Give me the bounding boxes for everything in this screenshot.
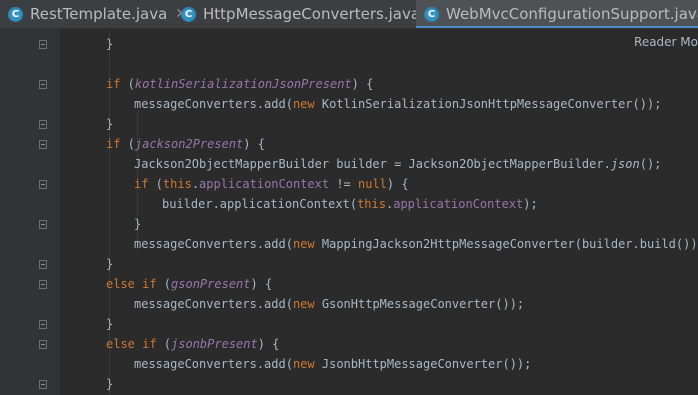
code-line: messageConverters.add(new JsonbHttpMessa… xyxy=(134,357,532,371)
code-line: } xyxy=(134,217,142,231)
tab-label: WebMvcConfigurationSupport.java xyxy=(446,5,698,23)
code-line: } xyxy=(106,37,114,51)
code-line: messageConverters.add(new GsonHttpMessag… xyxy=(134,297,525,311)
fold-marker-icon[interactable] xyxy=(39,280,47,289)
code-line: } xyxy=(106,377,114,391)
code-line: builder.applicationContext(this.applicat… xyxy=(162,197,538,211)
code-line: else if (gsonPresent) { xyxy=(106,277,273,291)
tab-resttemplate[interactable]: C RestTemplate.java ✕ xyxy=(8,0,187,28)
editor-gutter xyxy=(0,29,60,395)
fold-marker-icon[interactable] xyxy=(39,340,47,349)
java-class-icon: C xyxy=(424,6,439,22)
tab-webmvcconfigurationsupport[interactable]: C WebMvcConfigurationSupport.java xyxy=(416,0,698,28)
code-line: Jackson2ObjectMapperBuilder builder = Ja… xyxy=(134,157,662,171)
code-line: } xyxy=(106,257,114,271)
fold-marker-icon[interactable] xyxy=(39,120,47,129)
code-line: messageConverters.add(new MappingJackson… xyxy=(134,237,698,251)
tab-httpmessageconverters[interactable]: C HttpMessageConverters.java ✕ xyxy=(181,0,440,28)
code-line: } xyxy=(106,117,114,131)
fold-marker-icon[interactable] xyxy=(39,320,47,329)
code-line: if (this.applicationContext != null) { xyxy=(134,177,409,191)
code-editor[interactable]: } if (kotlinSerializationJsonPresent) { … xyxy=(78,29,698,395)
reader-mode-button[interactable]: Reader Mo xyxy=(630,35,698,49)
code-line: messageConverters.add(new KotlinSerializ… xyxy=(134,97,662,111)
fold-marker-icon[interactable] xyxy=(39,260,47,269)
fold-marker-icon[interactable] xyxy=(39,80,47,89)
fold-marker-icon[interactable] xyxy=(39,140,47,149)
editor-tab-bar: C RestTemplate.java ✕ C HttpMessageConve… xyxy=(0,0,698,29)
code-line: if (jackson2Present) { xyxy=(106,137,265,151)
code-line: if (kotlinSerializationJsonPresent) { xyxy=(106,77,374,91)
java-class-icon: C xyxy=(8,6,23,22)
tab-label: RestTemplate.java xyxy=(30,5,168,23)
fold-marker-icon[interactable] xyxy=(39,220,47,229)
fold-marker-icon[interactable] xyxy=(39,180,47,189)
code-line: } xyxy=(106,317,114,331)
fold-marker-icon[interactable] xyxy=(39,380,47,389)
code-line: else if (jsonbPresent) { xyxy=(106,337,280,351)
tab-label: HttpMessageConverters.java xyxy=(203,5,421,23)
java-class-icon: C xyxy=(181,6,196,22)
fold-marker-icon[interactable] xyxy=(39,40,47,49)
